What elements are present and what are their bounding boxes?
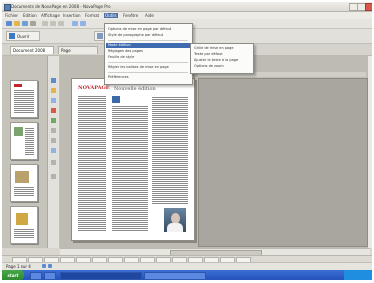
- tools-palette: [48, 56, 60, 248]
- menu-item-highlighted[interactable]: Mode édition: [106, 43, 191, 48]
- submenu-item[interactable]: Ajuster le texte à la page: [194, 58, 252, 63]
- menu-window[interactable]: Fenêtre: [122, 13, 139, 18]
- menu-item[interactable]: Style de paragraphe par défaut: [108, 33, 190, 38]
- menu-bar: Fichier Edition Affichage Insertion Form…: [2, 12, 372, 19]
- article-column-1: [112, 105, 148, 231]
- page-thumbnail[interactable]: [10, 206, 38, 244]
- quicklaunch-icon[interactable]: [44, 272, 56, 280]
- menu-tools[interactable]: Outils: [104, 13, 118, 18]
- print-icon[interactable]: [30, 21, 36, 26]
- taskbar: start: [2, 270, 372, 280]
- pasteboard: [198, 78, 368, 247]
- undo-icon[interactable]: [72, 21, 78, 26]
- image-tool-icon[interactable]: [51, 98, 56, 103]
- taskbar-window-item[interactable]: [144, 272, 206, 280]
- menu-edit[interactable]: Edition: [22, 13, 38, 18]
- window-title: Documents de NovaPage en 2008 - NovaPage…: [11, 4, 111, 9]
- shape-tool-icon[interactable]: [51, 108, 56, 113]
- application-window: Documents de NovaPage en 2008 - NovaPage…: [2, 2, 372, 280]
- tab-page[interactable]: Page: [58, 46, 98, 54]
- link-tool-icon[interactable]: [51, 148, 56, 153]
- page-indicator: Page 1 sur 4: [6, 264, 31, 269]
- menu-file[interactable]: Fichier: [4, 13, 19, 18]
- page-strip: [2, 255, 372, 263]
- page-thumbnail[interactable]: [10, 164, 38, 202]
- taskbar-window-item[interactable]: [60, 272, 142, 280]
- zoom-tool-icon[interactable]: [51, 128, 56, 133]
- paste-icon[interactable]: [58, 21, 64, 26]
- line-tool-icon[interactable]: [51, 118, 56, 123]
- submenu-item[interactable]: Texte par défaut: [194, 52, 252, 57]
- close-icon[interactable]: [365, 3, 372, 11]
- submenu-item[interactable]: Grille de mise en page: [194, 46, 252, 51]
- page-thumbnail[interactable]: [10, 80, 38, 118]
- next-page-icon[interactable]: [48, 264, 52, 268]
- open-button-label: Ouvrir: [17, 33, 30, 39]
- save-icon[interactable]: [22, 21, 28, 26]
- folder-icon: [9, 33, 15, 39]
- masthead: NOVAPAGE: [78, 85, 110, 91]
- table-tool-icon[interactable]: [51, 160, 56, 165]
- color-tool-icon[interactable]: [51, 174, 56, 179]
- menu-item[interactable]: Préférences: [108, 75, 190, 80]
- status-bar: Page 1 sur 4: [2, 262, 372, 270]
- pointer-icon[interactable]: [51, 78, 56, 83]
- menu-help[interactable]: Aide: [144, 13, 155, 18]
- menu-view[interactable]: Affichage: [40, 13, 61, 18]
- sidebar-text-column: [78, 95, 106, 231]
- redo-icon[interactable]: [80, 21, 86, 26]
- portrait-photo: [164, 208, 186, 232]
- open-button[interactable]: Ouvrir: [6, 31, 40, 41]
- menu-item[interactable]: Réglages des pages: [108, 49, 190, 54]
- menu-separator: [108, 62, 188, 63]
- quicklaunch-icon[interactable]: [30, 272, 42, 280]
- vertical-scrollbar[interactable]: [368, 56, 372, 248]
- menu-insert[interactable]: Insertion: [62, 13, 82, 18]
- menu-format[interactable]: Format: [84, 13, 100, 18]
- page-thumbnails-panel: [2, 56, 48, 248]
- system-tray: [344, 270, 372, 280]
- menu-separator: [108, 72, 188, 73]
- page-thumbnail[interactable]: [10, 122, 38, 160]
- tab-document[interactable]: Document 2008: [10, 46, 54, 54]
- menu-item[interactable]: Feuille de style: [108, 55, 190, 60]
- horizontal-scrollbar[interactable]: [60, 248, 370, 256]
- cut-icon[interactable]: [42, 21, 48, 26]
- app-icon: [4, 4, 11, 11]
- document-page[interactable]: NOVAPAGE Nouvelle édition: [71, 78, 195, 241]
- printer-icon: [97, 33, 103, 39]
- hand-tool-icon[interactable]: [51, 138, 56, 143]
- article-icon: [112, 96, 120, 103]
- menu-item[interactable]: Options de mise en page par défaut: [108, 27, 190, 32]
- title-bar: Documents de NovaPage en 2008 - NovaPage…: [2, 2, 372, 12]
- text-tool-icon[interactable]: [51, 88, 56, 93]
- menu-separator: [108, 40, 188, 41]
- tools-menu-dropdown: Options de mise en page par défaut Style…: [104, 23, 193, 85]
- tools-submenu: Grille de mise en page Texte par défaut …: [190, 43, 254, 74]
- prev-page-icon[interactable]: [42, 264, 46, 268]
- copy-icon[interactable]: [50, 21, 56, 26]
- submenu-item[interactable]: Options de zoom: [194, 64, 252, 69]
- new-icon[interactable]: [6, 21, 12, 26]
- article-column-2: [152, 96, 188, 204]
- open-icon[interactable]: [14, 21, 20, 26]
- start-button[interactable]: start: [2, 270, 24, 280]
- article-headline: Nouvelle édition: [114, 86, 156, 92]
- menu-item[interactable]: Régler les balises de mise en page: [108, 65, 190, 70]
